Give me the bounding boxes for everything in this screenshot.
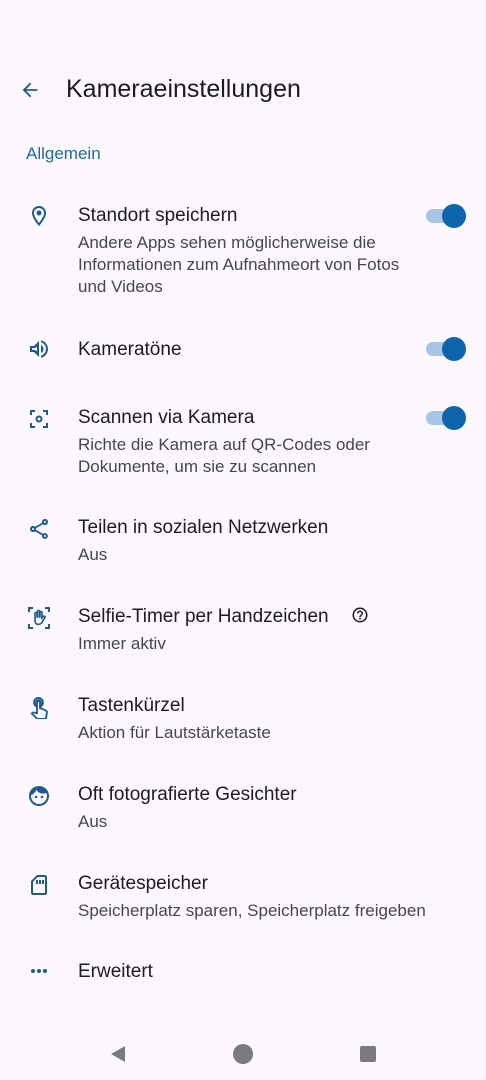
setting-selfie-timer[interactable]: Selfie-Timer per Handzeichen Immer aktiv	[0, 603, 486, 659]
nav-recents-button[interactable]	[356, 1042, 380, 1066]
setting-shortcuts[interactable]: Tastenkürzel Aktion für Lautstärketaste	[0, 692, 486, 748]
hand-gesture-icon	[26, 605, 52, 631]
nav-back-button[interactable]	[106, 1042, 130, 1066]
setting-description: Speicherplatz sparen, Speicherplatz frei…	[78, 901, 426, 920]
setting-label: Oft fotografierte Gesichter	[78, 784, 297, 805]
back-button[interactable]	[14, 74, 46, 106]
toggle-knob	[442, 337, 466, 361]
setting-frequent-faces[interactable]: Oft fotografierte Gesichter Aus	[0, 781, 486, 837]
setting-scan-via-camera[interactable]: Scannen via Kamera Richte die Kamera auf…	[0, 404, 486, 484]
page-title: Kameraeinstellungen	[66, 75, 301, 103]
help-circle-icon[interactable]	[351, 606, 369, 624]
setting-description: Immer aktiv	[78, 634, 166, 653]
setting-description: Aus	[78, 545, 108, 564]
toggle-knob	[442, 204, 466, 228]
setting-camera-sounds[interactable]: Kameratöne	[0, 334, 486, 374]
face-icon	[26, 783, 52, 809]
app-bar: Kameraeinstellungen	[0, 62, 486, 118]
location-pin-icon	[26, 203, 52, 229]
setting-description: Andere Apps sehen möglicherweise die Inf…	[78, 233, 400, 296]
setting-device-storage[interactable]: Gerätespeicher Speicherplatz sparen, Spe…	[0, 870, 486, 926]
share-icon	[26, 516, 52, 542]
setting-label: Kameratöne	[78, 339, 182, 360]
system-nav-bar	[0, 1028, 486, 1080]
nav-back-icon	[111, 1046, 125, 1062]
save-location-toggle[interactable]	[426, 204, 466, 228]
nav-recents-icon	[360, 1046, 376, 1062]
scan-via-camera-toggle[interactable]	[426, 406, 466, 430]
sd-card-icon	[26, 872, 52, 898]
setting-description: Richte die Kamera auf QR-Codes oder Doku…	[78, 435, 370, 476]
setting-social-sharing[interactable]: Teilen in sozialen Netzwerken Aus	[0, 514, 486, 570]
setting-description: Aus	[78, 812, 108, 831]
toggle-knob	[442, 406, 466, 430]
more-dots-icon	[26, 958, 52, 984]
touch-icon	[26, 694, 52, 720]
arrow-back-icon	[22, 82, 38, 98]
setting-label: Standort speichern	[78, 205, 238, 226]
setting-label: Gerätespeicher	[78, 873, 208, 894]
nav-home-button[interactable]	[231, 1042, 255, 1066]
setting-label: Tastenkürzel	[78, 695, 185, 716]
setting-label: Teilen in sozialen Netzwerken	[78, 517, 329, 538]
setting-save-location[interactable]: Standort speichern Andere Apps sehen mög…	[0, 200, 486, 310]
setting-label: Selfie-Timer per Handzeichen	[78, 606, 329, 627]
volume-icon	[26, 336, 52, 362]
scan-icon	[26, 406, 52, 432]
section-header: Allgemein	[26, 144, 101, 163]
setting-label: Scannen via Kamera	[78, 407, 255, 428]
nav-home-icon	[233, 1044, 253, 1064]
setting-advanced[interactable]: Erweitert	[0, 958, 486, 990]
camera-sounds-toggle[interactable]	[426, 337, 466, 361]
setting-label: Erweitert	[78, 961, 153, 982]
setting-description: Aktion für Lautstärketaste	[78, 723, 271, 742]
